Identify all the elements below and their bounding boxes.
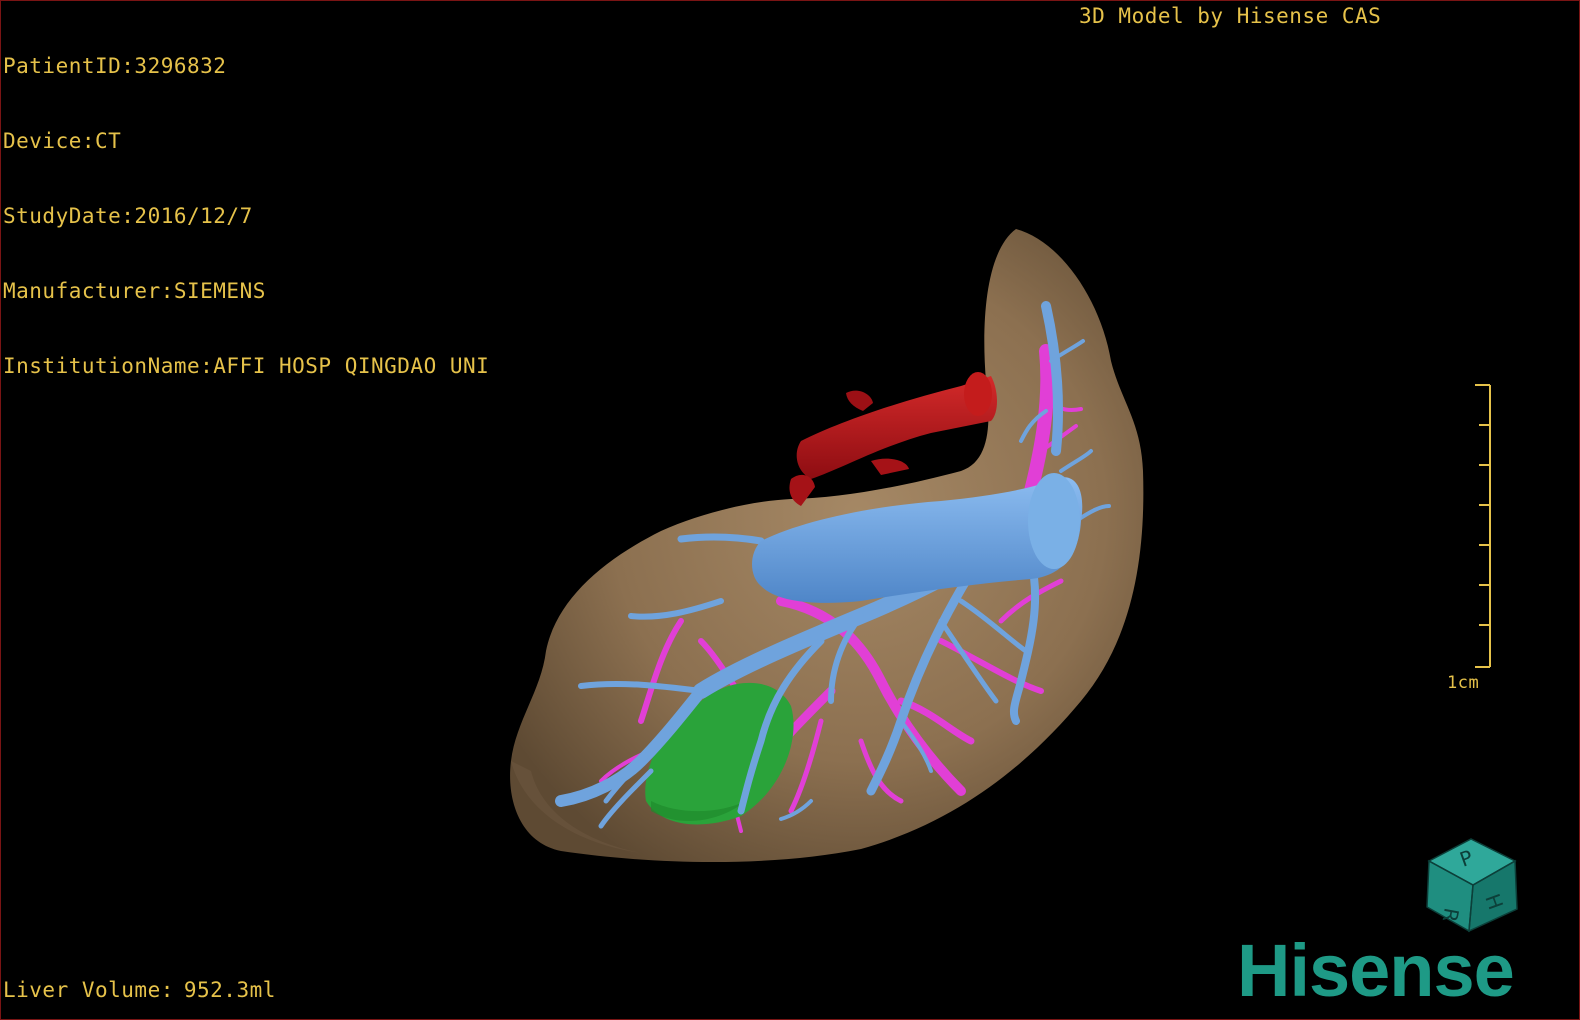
patient-info-overlay: PatientID:3296832 Device:CT StudyDate:20… [3,4,489,429]
hisense-logo: Hisense [1237,929,1515,1012]
institution-name: InstitutionName:AFFI HOSP QINGDAO UNI [3,354,490,378]
liver-volume-label: Liver Volume: [3,978,174,1002]
study-date: StudyDate:2016/12/7 [3,204,253,228]
patient-id: PatientID:3296832 [3,54,227,78]
manufacturer: Manufacturer:SIEMENS [3,279,266,303]
model-credit: 3D Model by Hisense CAS [1079,4,1382,28]
scale-bar [1475,384,1491,668]
scale-bar-label: 1cm [1447,673,1480,693]
orientation-cube-icon[interactable]: P H R [1419,831,1523,935]
3d-viewport[interactable]: PatientID:3296832 Device:CT StudyDate:20… [0,0,1580,1020]
liver-volume-value: 952.3ml [183,978,276,1002]
liver-volume: Liver Volume: 952.3ml [3,978,276,1003]
cube-letter-r: R [1438,906,1464,924]
device: Device:CT [3,129,122,153]
